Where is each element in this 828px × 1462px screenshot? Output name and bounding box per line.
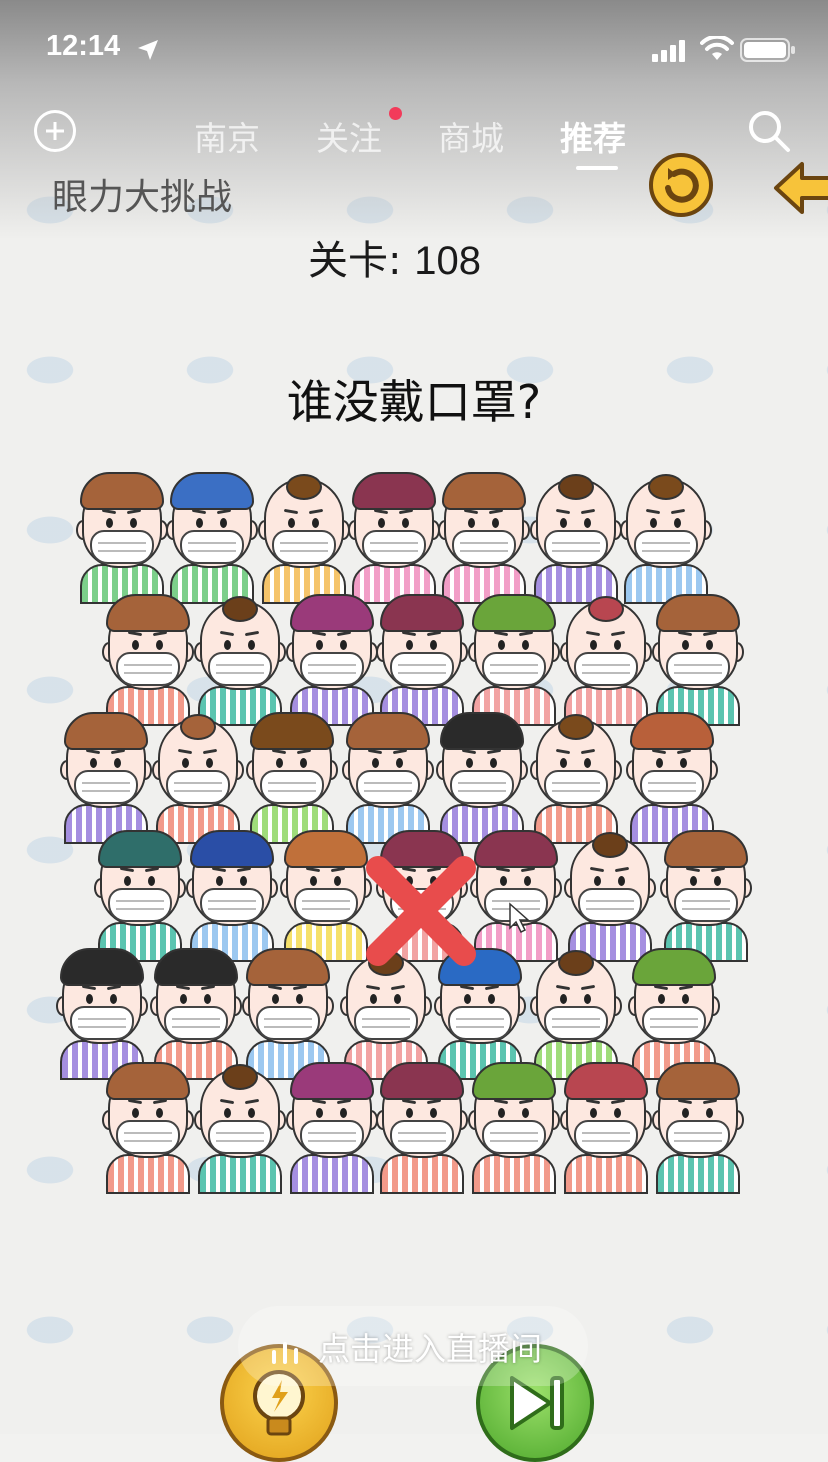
search-icon[interactable] [746,108,792,154]
masked-character[interactable] [558,1062,654,1194]
masked-character[interactable] [468,830,564,962]
game-title: 眼力大挑战 [52,177,233,218]
masked-character[interactable] [466,594,562,726]
status-time: 12:14 [46,30,121,62]
masked-character[interactable] [148,948,244,1080]
level-indicator: 关卡: 108 [308,228,481,286]
masked-character[interactable] [100,594,196,726]
masked-character[interactable] [658,830,754,962]
masked-character[interactable] [624,712,720,844]
masked-character[interactable] [74,472,170,604]
masked-character[interactable] [528,948,624,1080]
tab-follow[interactable]: 关注 [316,112,382,160]
masked-character[interactable] [374,594,470,726]
cursor-pointer-icon [509,902,530,934]
masked-character[interactable] [558,594,654,726]
add-circle-icon[interactable] [34,110,76,152]
wrong-x-icon [366,856,476,966]
level-label: 关卡: [308,238,402,284]
masked-character[interactable] [150,712,246,844]
masked-character[interactable] [650,1062,746,1194]
masked-character[interactable] [346,472,442,604]
masked-character[interactable] [466,1062,562,1194]
battery-icon [740,38,795,62]
active-tab-indicator [576,166,618,170]
cellular-signal-icon [652,40,685,62]
masked-character[interactable] [58,712,154,844]
tab-mall[interactable]: 商城 [438,112,504,160]
status-bar: 12:14 [0,0,828,96]
top-navigation: 南京 关注 商城 推荐 [0,100,828,170]
masked-character[interactable] [626,948,722,1080]
masked-character[interactable] [164,472,260,604]
masked-character[interactable] [92,830,188,962]
tab-nanjing[interactable]: 南京 [194,112,260,160]
masked-character[interactable] [192,1062,288,1194]
masked-character[interactable] [434,712,530,844]
wifi-icon [700,36,734,60]
masked-character[interactable] [284,1062,380,1194]
masked-character[interactable] [54,948,150,1080]
notification-dot [389,107,402,120]
level-number: 108 [414,239,481,283]
masked-character[interactable] [436,472,532,604]
masked-character[interactable] [618,472,714,604]
masked-character[interactable] [192,594,288,726]
tab-recommend[interactable]: 推荐 [560,112,626,160]
masked-character[interactable] [100,1062,196,1194]
live-room-link[interactable]: 点击进入直播间 [318,1324,542,1370]
location-arrow-icon [138,40,158,60]
masked-character[interactable] [374,1062,470,1194]
masked-character[interactable] [650,594,746,726]
masked-character[interactable] [184,830,280,962]
masked-character[interactable] [340,712,436,844]
puzzle-question: 谁没戴口罩? [286,375,542,429]
masked-character[interactable] [562,830,658,962]
live-bars-icon [272,1342,298,1364]
masked-character[interactable] [244,712,340,844]
masked-character[interactable] [528,472,624,604]
masked-character[interactable] [528,712,624,844]
masked-character[interactable] [256,472,352,604]
masked-character[interactable] [284,594,380,726]
masked-character[interactable] [240,948,336,1080]
